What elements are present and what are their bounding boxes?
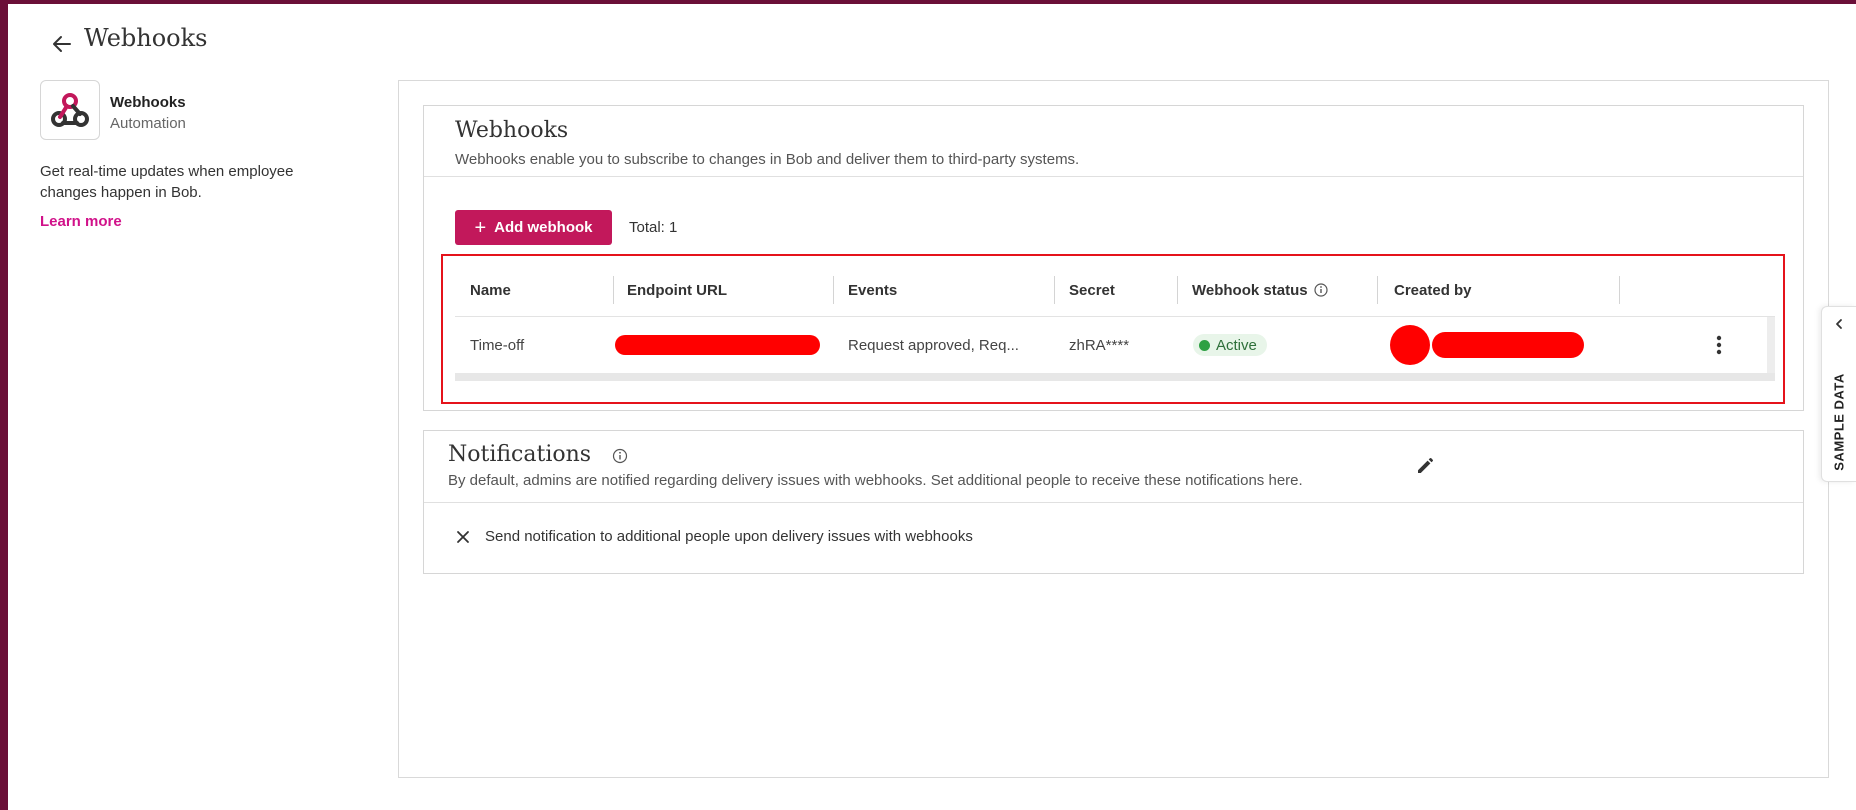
webhooks-section-description: Webhooks enable you to subscribe to chan… xyxy=(455,151,1080,168)
notifications-description: By default, admins are notified regardin… xyxy=(448,472,1303,489)
chevron-left-icon xyxy=(1836,319,1842,329)
sample-data-label: SAMPLE DATA xyxy=(1831,373,1847,471)
notifications-title: Notifications xyxy=(448,442,592,467)
notification-option-label: Send notification to additional people u… xyxy=(485,528,973,545)
add-webhook-button[interactable]: + Add webhook xyxy=(455,210,612,245)
app-name: Webhooks xyxy=(110,94,186,111)
learn-more-link[interactable]: Learn more xyxy=(40,213,122,230)
page-title: Webhooks xyxy=(84,24,208,52)
webhooks-section-title: Webhooks xyxy=(455,118,569,143)
close-icon[interactable] xyxy=(454,528,472,546)
sample-data-tab[interactable]: SAMPLE DATA xyxy=(1821,306,1856,482)
plus-icon: + xyxy=(474,216,487,239)
divider xyxy=(424,176,1803,177)
app-description: Get real-time updates when employee chan… xyxy=(40,163,294,201)
add-webhook-label: Add webhook xyxy=(494,219,593,236)
total-count: Total: 1 xyxy=(629,219,678,236)
page: Webhooks Webhooks Automation Get real-ti… xyxy=(8,4,1856,810)
info-icon[interactable] xyxy=(612,448,628,464)
webhooks-app-logo xyxy=(40,80,100,140)
divider xyxy=(424,502,1803,503)
highlight-box xyxy=(441,254,1785,404)
edit-pencil-icon[interactable] xyxy=(1414,453,1438,477)
app-category: Automation xyxy=(110,115,186,132)
back-arrow-icon[interactable] xyxy=(48,30,76,58)
